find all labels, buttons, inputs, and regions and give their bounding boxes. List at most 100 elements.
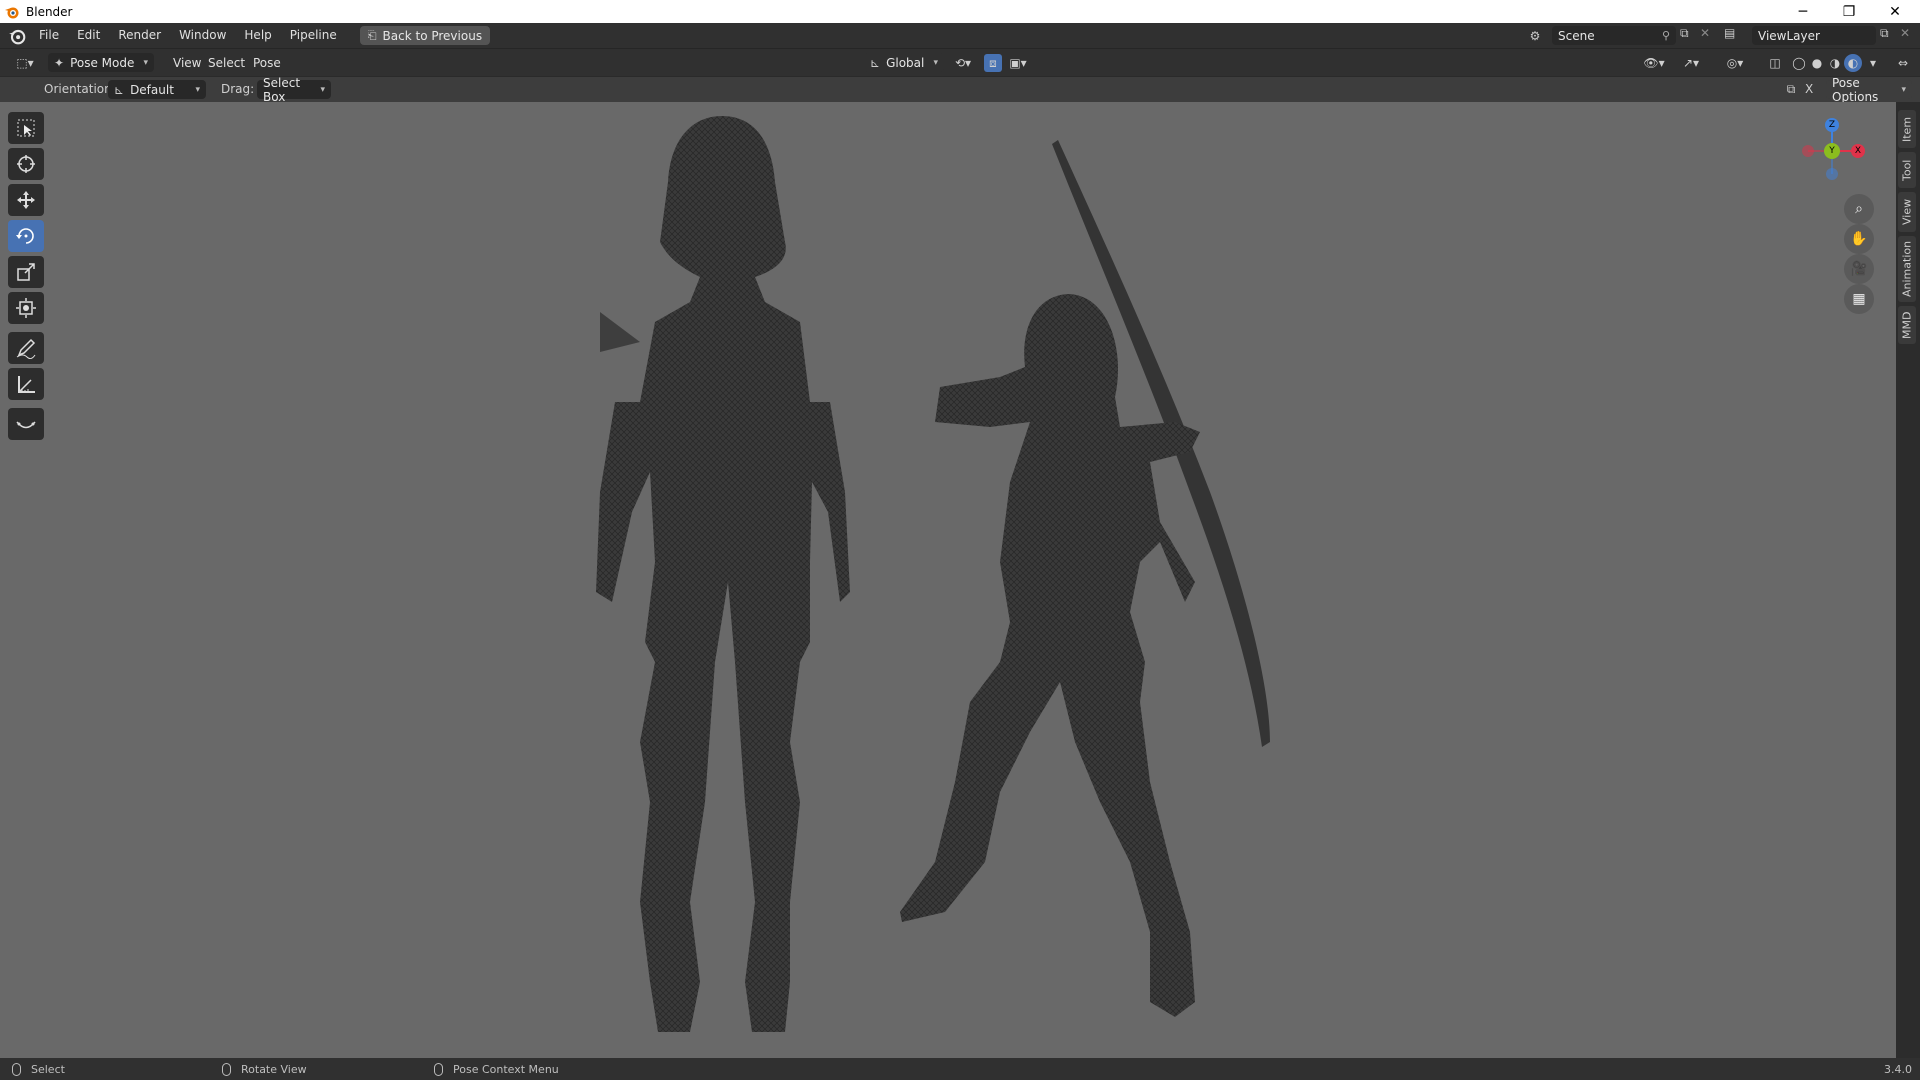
delete-scene-icon[interactable]: ✕ — [1700, 26, 1710, 40]
blender-menu-icon[interactable] — [8, 27, 26, 45]
tab-item[interactable]: Item — [1898, 110, 1916, 148]
xray-toggle-icon[interactable]: ◫ — [1766, 54, 1784, 72]
gizmo-z-axis[interactable]: Z — [1825, 118, 1839, 132]
status-rotate-label: Rotate View — [241, 1062, 307, 1076]
annotate-tool[interactable] — [8, 332, 44, 364]
orientation-axes-icon: ⊾ — [114, 82, 125, 97]
menu-render[interactable]: Render — [109, 23, 170, 48]
measure-tool[interactable] — [8, 368, 44, 400]
new-scene-icon[interactable]: ⧉ — [1680, 26, 1689, 41]
pose-options-dropdown[interactable]: Pose Options ▾ — [1826, 76, 1912, 104]
status-context-menu: Pose Context Menu — [434, 1058, 559, 1080]
menu-window[interactable]: Window — [170, 23, 235, 48]
select-box-tool[interactable] — [8, 112, 44, 144]
3d-viewport[interactable]: Z Y X ⌕ ✋ 🎥 ▦ — [0, 102, 1896, 1058]
overlays-toggle-icon[interactable]: ◎▾ — [1718, 54, 1752, 72]
measure-ruler-icon — [18, 376, 35, 393]
shading-solid-icon[interactable]: ● — [1808, 54, 1826, 72]
menu-help[interactable]: Help — [235, 23, 280, 48]
status-select-label: Select — [31, 1062, 65, 1076]
mouse-left-icon — [12, 1062, 21, 1076]
shading-wireframe-icon[interactable]: ◯ — [1790, 54, 1808, 72]
tab-tool[interactable]: Tool — [1898, 152, 1916, 188]
move-icon — [17, 191, 35, 209]
gizmo-toggle-icon[interactable]: ↗▾ — [1674, 54, 1708, 72]
menu-pipeline[interactable]: Pipeline — [281, 23, 346, 48]
tab-view[interactable]: View — [1898, 192, 1916, 232]
pivot-point-icon[interactable]: ⟲▾ — [950, 54, 976, 72]
minimize-button[interactable]: ─ — [1780, 0, 1826, 23]
annotate-pencil-icon — [16, 338, 36, 359]
delete-viewlayer-icon[interactable]: ✕ — [1900, 26, 1910, 40]
scale-tool[interactable] — [8, 256, 44, 288]
archer-character-mesh[interactable] — [900, 294, 1200, 1017]
tab-mmd[interactable]: MMD — [1898, 306, 1916, 344]
viewport-scene — [596, 116, 1270, 1032]
mirror-icon[interactable]: ⧉ — [1782, 80, 1800, 98]
pose-options-label: Pose Options — [1832, 75, 1879, 104]
drag-label: Drag: — [221, 82, 255, 96]
pan-hand-icon[interactable]: ✋ — [1844, 224, 1874, 254]
orientation-selector[interactable]: ⊾ Default ▾ — [108, 80, 206, 99]
standing-character-mesh[interactable] — [596, 116, 850, 1032]
chevron-down-icon: ▾ — [1901, 84, 1906, 95]
status-select: Select — [12, 1058, 65, 1080]
chevron-down-icon: ▾ — [143, 57, 148, 68]
editor-type-icon[interactable]: ⬚▾ — [10, 54, 40, 72]
orientation-axes-icon: ⊾ — [870, 55, 881, 70]
orientation-label: Orientation: — [44, 82, 116, 96]
scene-browse-icon[interactable]: ⚙ — [1524, 26, 1546, 45]
move-tool[interactable] — [8, 184, 44, 216]
window-title: Blender — [26, 4, 73, 19]
back-icon: ⎗ — [367, 28, 377, 42]
scale-icon — [17, 263, 35, 281]
mode-selector[interactable]: ✦ Pose Mode ▾ — [48, 53, 154, 72]
cursor-icon — [17, 155, 35, 173]
mirror-x-label[interactable]: X — [1805, 82, 1813, 96]
gizmo-x-axis[interactable]: X — [1851, 144, 1865, 158]
chevron-down-icon: ▾ — [933, 57, 938, 68]
visibility-icon[interactable]: 👁▾ — [1640, 54, 1668, 72]
scene-name-field[interactable]: Scene ⚲ — [1552, 26, 1676, 45]
new-viewlayer-icon[interactable]: ⧉ — [1880, 26, 1889, 41]
pose-mode-icon: ✦ — [54, 55, 65, 70]
snap-target-icon[interactable]: ▣▾ — [1004, 54, 1032, 72]
cursor-tool[interactable] — [8, 148, 44, 180]
menu-edit[interactable]: Edit — [68, 23, 109, 48]
rotate-tool[interactable] — [8, 220, 44, 252]
menu-file[interactable]: File — [30, 23, 68, 48]
transform-orientation-selector[interactable]: ⊾ Global ▾ — [864, 53, 944, 72]
mode-label: Pose Mode — [70, 55, 135, 70]
snap-toggle-icon[interactable]: ⧈ — [984, 54, 1002, 72]
menu-pose[interactable]: Pose — [244, 49, 290, 77]
navigation-gizmo[interactable]: Z Y X — [1790, 112, 1880, 194]
drag-value: Select Box — [263, 75, 301, 104]
mouse-middle-icon — [222, 1062, 231, 1076]
zoom-icon[interactable]: ⌕ — [1844, 194, 1874, 224]
viewlayer-browse-icon[interactable]: ▤ — [1724, 26, 1735, 40]
close-window-button[interactable]: ✕ — [1872, 0, 1918, 23]
mouse-right-icon — [434, 1062, 443, 1076]
viewlayer-name-field[interactable]: ViewLayer — [1752, 26, 1876, 45]
pin-icon[interactable]: ⚲ — [1662, 29, 1670, 42]
back-to-previous-label: Back to Previous — [382, 28, 483, 43]
gizmo-y-axis[interactable]: Y — [1824, 143, 1840, 159]
relax-pose-tool[interactable] — [8, 408, 44, 440]
shading-rendered-icon[interactable]: ◐ — [1844, 54, 1862, 72]
scene-name: Scene — [1558, 28, 1595, 43]
back-to-previous-button[interactable]: ⎗ Back to Previous — [359, 26, 491, 45]
transform-tool[interactable] — [8, 292, 44, 324]
transform-orientation-label: Global — [886, 55, 925, 70]
maximize-button[interactable]: ❐ — [1826, 0, 1872, 23]
window-titlebar: Blender ─ ❐ ✕ — [0, 0, 1920, 23]
shading-material-icon[interactable]: ◑ — [1826, 54, 1844, 72]
blender-logo-icon — [5, 7, 19, 18]
sidebar-toggle-icon[interactable]: ⇔ — [1894, 54, 1912, 72]
shading-options-icon[interactable]: ▾ — [1864, 54, 1882, 72]
camera-view-icon[interactable]: 🎥 — [1844, 254, 1874, 284]
transform-icon — [16, 298, 36, 318]
drag-selector[interactable]: Select Box ▾ — [257, 76, 331, 104]
chevron-down-icon: ▾ — [195, 84, 200, 95]
tab-animation[interactable]: Animation — [1898, 236, 1916, 302]
perspective-grid-icon[interactable]: ▦ — [1844, 284, 1874, 314]
